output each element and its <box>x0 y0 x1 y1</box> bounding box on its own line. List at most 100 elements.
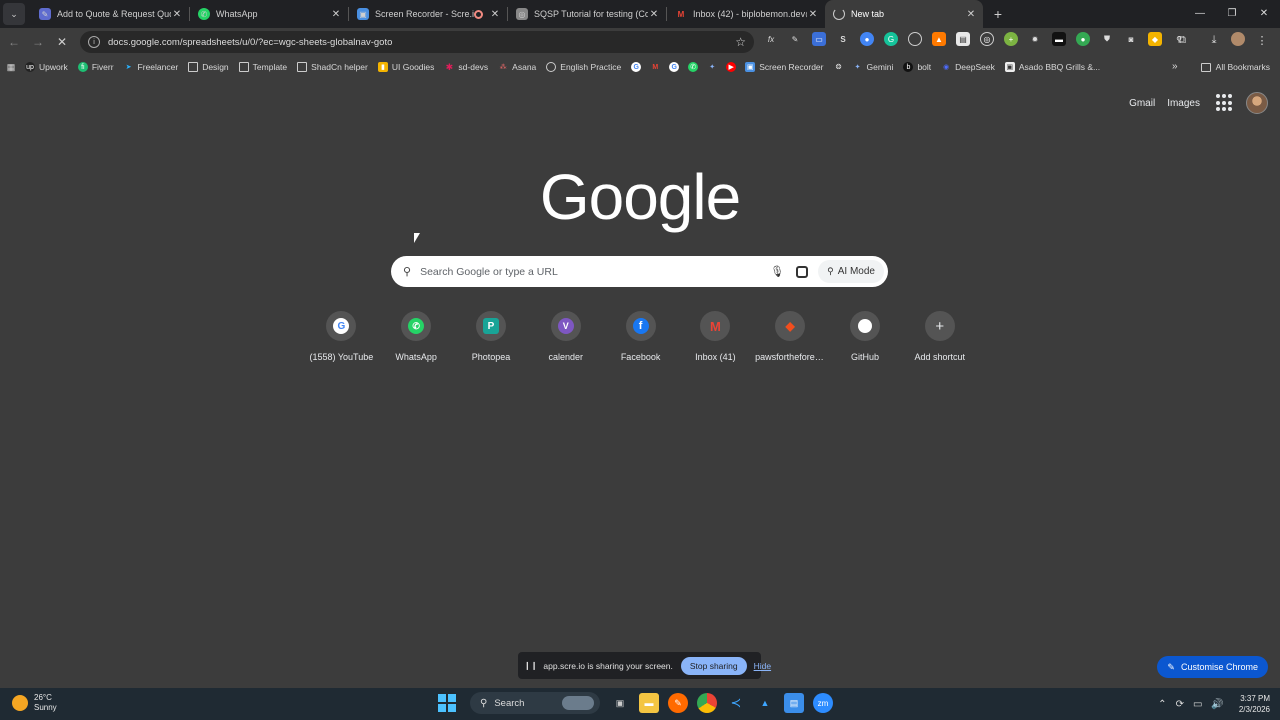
bookmark-folder-template[interactable]: Template <box>238 62 287 72</box>
bookmarks-overflow-icon[interactable]: » <box>1172 56 1178 78</box>
close-icon[interactable]: ✕ <box>648 9 660 20</box>
microphone-icon[interactable]: 🎙 <box>770 265 784 278</box>
yellow-ext-icon[interactable]: ◆ <box>1148 32 1162 46</box>
google-apps-icon[interactable] <box>1216 94 1234 112</box>
close-icon[interactable]: ✕ <box>965 9 977 20</box>
shortcut-photopea[interactable]: P Photopea <box>454 311 529 362</box>
customise-chrome-button[interactable]: ✎ Customise Chrome <box>1157 656 1268 678</box>
orange-app-icon[interactable]: ✎ <box>668 693 688 713</box>
clock[interactable]: 3:37 PM 2/3/2026 <box>1239 693 1270 715</box>
bookmark-ui-goodies[interactable]: ▮ UI Goodies <box>377 62 434 72</box>
target-ext-icon[interactable]: ◎ <box>980 32 994 46</box>
add-shortcut-button[interactable]: + Add shortcut <box>902 311 977 362</box>
screen-ext-icon[interactable]: ▭ <box>812 32 826 46</box>
weather-widget[interactable]: 26°C Sunny <box>12 693 57 713</box>
apps-grid-icon[interactable]: ▦ <box>6 62 16 72</box>
docs-ext-icon[interactable]: ▤ <box>956 32 970 46</box>
notepad-icon[interactable]: ▤ <box>784 693 804 713</box>
chrome-icon[interactable] <box>697 693 717 713</box>
shield-ext-icon[interactable]: ⛊ <box>1100 32 1114 46</box>
close-icon[interactable]: ✕ <box>807 9 819 20</box>
volume-icon[interactable]: 🔊 <box>1211 699 1223 710</box>
bookmark-folder-shadcn[interactable]: ShadCn helper <box>297 62 368 72</box>
close-icon[interactable]: ✕ <box>489 9 501 20</box>
close-window-icon[interactable]: ✕ <box>1248 0 1280 28</box>
orange-ext-icon[interactable]: ▲ <box>932 32 946 46</box>
file-explorer-icon[interactable]: ▬ <box>639 693 659 713</box>
bookmark-deepseek[interactable]: ◉ DeepSeek <box>941 62 995 72</box>
drag-handle-icon[interactable]: ❙❙ <box>524 661 537 670</box>
bookmark-sd-devs[interactable]: ✱ sd-devs <box>444 62 489 73</box>
bug-ext-icon[interactable]: ✹ <box>1028 32 1042 46</box>
bookmark-english-practice[interactable]: English Practice <box>546 62 621 72</box>
profile-avatar[interactable] <box>1226 32 1250 49</box>
stop-loading-icon[interactable]: ✕ <box>50 35 74 49</box>
dark-ext-icon[interactable]: ▬ <box>1052 32 1066 46</box>
google-lens-icon[interactable] <box>796 265 809 278</box>
tab-sqsp-tutorial[interactable]: ◎ SQSP Tutorial for testing (Copy) ✕ <box>508 0 666 28</box>
shortcut-facebook[interactable]: f Facebook <box>603 311 678 362</box>
bookmark-google[interactable]: G <box>631 62 642 72</box>
zoom-icon[interactable]: zm <box>813 693 833 713</box>
shortcut-whatsapp[interactable]: ✆ WhatsApp <box>379 311 454 362</box>
bookmark-upwork[interactable]: up Upwork <box>25 62 68 72</box>
close-icon[interactable]: ✕ <box>171 9 183 20</box>
bookmark-asado[interactable]: ▣ Asado BBQ Grills &... <box>1004 62 1100 72</box>
tab-add-to-quote[interactable]: ✎ Add to Quote & Request Quote ✕ <box>31 0 189 28</box>
display-icon[interactable]: ▭ <box>1193 699 1202 710</box>
circle-ext-icon[interactable] <box>908 32 922 46</box>
bookmark-whatsapp[interactable]: ✆ <box>688 62 699 72</box>
all-bookmarks[interactable]: All Bookmarks <box>1200 56 1270 78</box>
close-icon[interactable]: ✕ <box>330 9 342 20</box>
eyedropper-ext-icon[interactable]: ✎ <box>788 32 802 46</box>
menu-kebab-icon[interactable]: ⋮ <box>1250 34 1274 47</box>
bookmark-freelancer[interactable]: ➤ Freelancer <box>124 62 179 72</box>
bookmark-gemini[interactable]: ✦ Gemini <box>853 62 894 72</box>
chrome-ext-icon[interactable]: ● <box>860 32 874 46</box>
search-input[interactable] <box>420 265 771 278</box>
bookmark-youtube[interactable]: ▶ <box>726 62 737 72</box>
tab-search-button[interactable]: ⌄ <box>3 3 25 25</box>
minimize-icon[interactable]: — <box>1184 0 1216 28</box>
gmail-link[interactable]: Gmail <box>1129 98 1155 109</box>
green-ext-icon[interactable]: + <box>1004 32 1018 46</box>
shortcut-youtube[interactable]: G (1558) YouTube <box>304 311 379 362</box>
vscode-icon[interactable]: ≺ <box>726 693 746 713</box>
shortcut-pawsforthefores[interactable]: ◆ pawsforthefores... <box>753 311 828 362</box>
bookmark-bolt[interactable]: b bolt <box>903 62 931 72</box>
taskbar-search[interactable]: ⚲ Search <box>470 692 600 714</box>
ai-mode-button[interactable]: ⚲ AI Mode <box>818 260 884 283</box>
task-view-icon[interactable]: ▣ <box>610 693 630 713</box>
avatar[interactable] <box>1246 92 1268 114</box>
tab-new-tab[interactable]: New tab ✕ <box>825 0 983 28</box>
tab-inbox[interactable]: M Inbox (42) - biplobemon.dev@g ✕ <box>667 0 825 28</box>
formula-ext-icon[interactable]: fx <box>764 32 778 46</box>
images-link[interactable]: Images <box>1167 98 1200 109</box>
bookmark-fiverr[interactable]: fi Fiverr <box>77 62 114 72</box>
url-text[interactable]: docs.google.com/spreadsheets/u/0/?ec=wgc… <box>108 37 735 48</box>
bookmark-openai[interactable]: ❂ <box>834 62 844 72</box>
chevron-up-icon[interactable]: ⌃ <box>1158 699 1166 710</box>
forward-icon[interactable]: → <box>26 35 50 49</box>
bookmark-gmail[interactable]: M <box>650 62 660 72</box>
grammarly-ext-icon[interactable]: G <box>884 32 898 46</box>
download-icon[interactable]: ⤓ <box>1202 34 1226 47</box>
address-bar[interactable]: i docs.google.com/spreadsheets/u/0/?ec=w… <box>80 31 754 53</box>
bookmark-folder-design[interactable]: Design <box>188 62 229 72</box>
search-box[interactable]: ⚲ 🎙 ⚲ AI Mode <box>391 256 888 287</box>
extensions-puzzle-icon[interactable]: ⧉ <box>1170 34 1194 47</box>
back-icon[interactable]: ← <box>2 35 26 49</box>
restore-icon[interactable]: ❐ <box>1216 0 1248 28</box>
tab-whatsapp[interactable]: ✆ WhatsApp ✕ <box>190 0 348 28</box>
sync-icon[interactable]: ⟳ <box>1176 699 1184 710</box>
windows-start-icon[interactable] <box>438 694 456 712</box>
bookmark-sparkle[interactable]: ✦ <box>707 62 717 72</box>
azure-icon[interactable]: ▲ <box>755 693 775 713</box>
bookmark-google-2[interactable]: G <box>669 62 680 72</box>
tab-screen-recorder[interactable]: ▣ Screen Recorder - Scre.io ✕ <box>349 0 507 28</box>
new-tab-button[interactable]: + <box>987 6 1009 22</box>
camera-ext-icon[interactable]: ◙ <box>1124 32 1138 46</box>
bookmark-screen-recorder[interactable]: ▣ Screen Recorder <box>745 62 824 72</box>
shortcut-inbox[interactable]: M Inbox (41) <box>678 311 753 362</box>
bookmark-star-icon[interactable]: ☆ <box>735 35 746 49</box>
